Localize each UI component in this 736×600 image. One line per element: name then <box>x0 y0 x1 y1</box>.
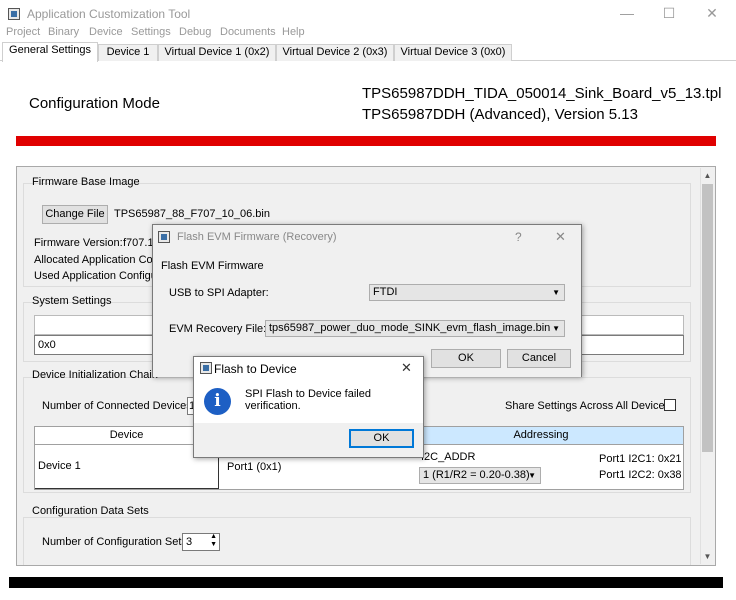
tab-device-1[interactable]: Device 1 <box>98 44 158 61</box>
usb-adapter-value: FTDI <box>373 286 398 298</box>
app-icon <box>8 8 20 20</box>
firmware-version-label: Firmware Version: <box>34 237 123 249</box>
chevron-down-icon: ▼ <box>552 288 560 297</box>
message-footer: OK <box>194 423 423 457</box>
device-name: Device 1 <box>38 460 81 472</box>
port1-i2c2: Port1 I2C2: 0x38 <box>599 469 682 481</box>
share-settings-label: Share Settings Across All Devices: <box>505 400 674 412</box>
usb-adapter-label: USB to SPI Adapter: <box>169 287 269 299</box>
tab-virtual-device-2[interactable]: Virtual Device 2 (0x3) <box>276 44 394 61</box>
tab-virtual-device-1[interactable]: Virtual Device 1 (0x2) <box>158 44 276 61</box>
share-settings-checkbox[interactable] <box>664 399 676 411</box>
device-cell[interactable]: Device 1 <box>35 445 219 489</box>
flash-evm-dialog-title: Flash EVM Firmware (Recovery) <box>177 231 337 243</box>
chevron-down-icon: ▼ <box>552 324 560 333</box>
menu-documents[interactable]: Documents <box>220 26 276 38</box>
port1-i2c1: Port1 I2C1: 0x21 <box>599 453 682 465</box>
dialog-app-icon <box>158 231 170 243</box>
usb-adapter-select[interactable]: FTDI ▼ <box>369 284 565 301</box>
window-title: Application Customization Tool <box>27 7 191 21</box>
menu-help[interactable]: Help <box>282 26 305 38</box>
addressing-column-header: Addressing <box>399 427 683 445</box>
flash-evm-dialog: Flash EVM Firmware (Recovery) ? ✕ Flash … <box>152 224 582 377</box>
dialog-app-icon <box>200 362 212 374</box>
tab-bar: General Settings Device 1 Virtual Device… <box>0 42 736 62</box>
change-file-button[interactable]: Change File <box>42 205 108 224</box>
menu-binary[interactable]: Binary <box>48 26 79 38</box>
num-devices-label: Number of Connected Devices: <box>42 400 195 412</box>
accent-bar <box>16 136 716 146</box>
scroll-down-icon[interactable]: ▼ <box>700 549 715 564</box>
scroll-thumb[interactable] <box>702 184 713 452</box>
cancel-button[interactable]: Cancel <box>507 349 571 368</box>
recovery-file-label: EVM Recovery File: <box>169 323 267 335</box>
close-icon[interactable]: ✕ <box>401 360 412 376</box>
menu-debug[interactable]: Debug <box>179 26 211 38</box>
mode-label: Configuration Mode <box>29 95 160 112</box>
ok-button[interactable]: OK <box>349 429 414 448</box>
tab-general-settings[interactable]: General Settings <box>2 42 98 62</box>
i2c-addr-value: 1 (R1/R2 = 0.20-0.38) <box>423 469 530 481</box>
firmware-version-value: f707.1 <box>123 237 154 249</box>
num-config-sets-label: Number of Configuration Sets: <box>42 536 190 548</box>
close-button[interactable]: ✕ <box>697 4 727 24</box>
info-icon: i <box>204 388 231 415</box>
spin-arrows-icon[interactable]: ▲ ▼ <box>210 533 217 549</box>
scroll-up-icon[interactable]: ▲ <box>700 168 715 183</box>
device-column-header: Device <box>35 427 219 445</box>
title-bar: Application Customization Tool — ☐ ✕ <box>0 0 736 28</box>
chevron-down-icon: ▼ <box>528 471 536 480</box>
config-data-sets-title: Configuration Data Sets <box>32 505 149 517</box>
port-label: Port1 (0x1) <box>227 461 282 473</box>
firmware-file-name: TPS65987_88_F707_10_06.bin <box>114 208 270 220</box>
flash-to-device-title: Flash to Device <box>214 362 297 376</box>
used-app-config-label: Used Application Configura <box>34 270 167 282</box>
menu-settings[interactable]: Settings <box>131 26 171 38</box>
tab-virtual-device-3[interactable]: Virtual Device 3 (0x0) <box>394 44 512 61</box>
device-version: TPS65987DDH (Advanced), Version 5.13 <box>362 106 638 123</box>
help-icon[interactable]: ? <box>515 230 522 244</box>
flash-to-device-dialog: Flash to Device ✕ i SPI Flash to Device … <box>193 356 424 458</box>
ok-button[interactable]: OK <box>431 349 501 368</box>
menu-bar: Project Binary Device Settings Debug Doc… <box>0 26 736 42</box>
num-config-sets-value: 3 <box>186 536 193 548</box>
tpl-file-name: TPS65987DDH_TIDA_050014_Sink_Board_v5_13… <box>362 85 722 102</box>
message-text: SPI Flash to Device failed verification. <box>245 388 371 412</box>
minimize-button[interactable]: — <box>612 4 642 24</box>
close-icon[interactable]: ✕ <box>555 229 566 245</box>
init-chain-title: Device Initialization Chain <box>32 369 158 381</box>
num-config-sets-stepper[interactable]: 3 ▲ ▼ <box>182 533 220 551</box>
status-bar <box>9 577 723 588</box>
recovery-file-select[interactable]: tps65987_power_duo_mode_SINK_evm_flash_i… <box>265 320 565 337</box>
i2c-addr-select[interactable]: 1 (R1/R2 = 0.20-0.38) ▼ <box>419 467 541 484</box>
menu-project[interactable]: Project <box>6 26 40 38</box>
menu-device[interactable]: Device <box>89 26 123 38</box>
firmware-base-title: Firmware Base Image <box>32 176 140 188</box>
recovery-file-value: tps65987_power_duo_mode_SINK_evm_flash_i… <box>269 322 551 334</box>
system-settings-title: System Settings <box>32 295 112 307</box>
i2c-addr-label: I2C_ADDR <box>421 451 476 463</box>
flash-evm-heading: Flash EVM Firmware <box>161 260 264 272</box>
maximize-button[interactable]: ☐ <box>654 4 684 24</box>
allocated-app-config-label: Allocated Application Conf <box>34 254 162 266</box>
